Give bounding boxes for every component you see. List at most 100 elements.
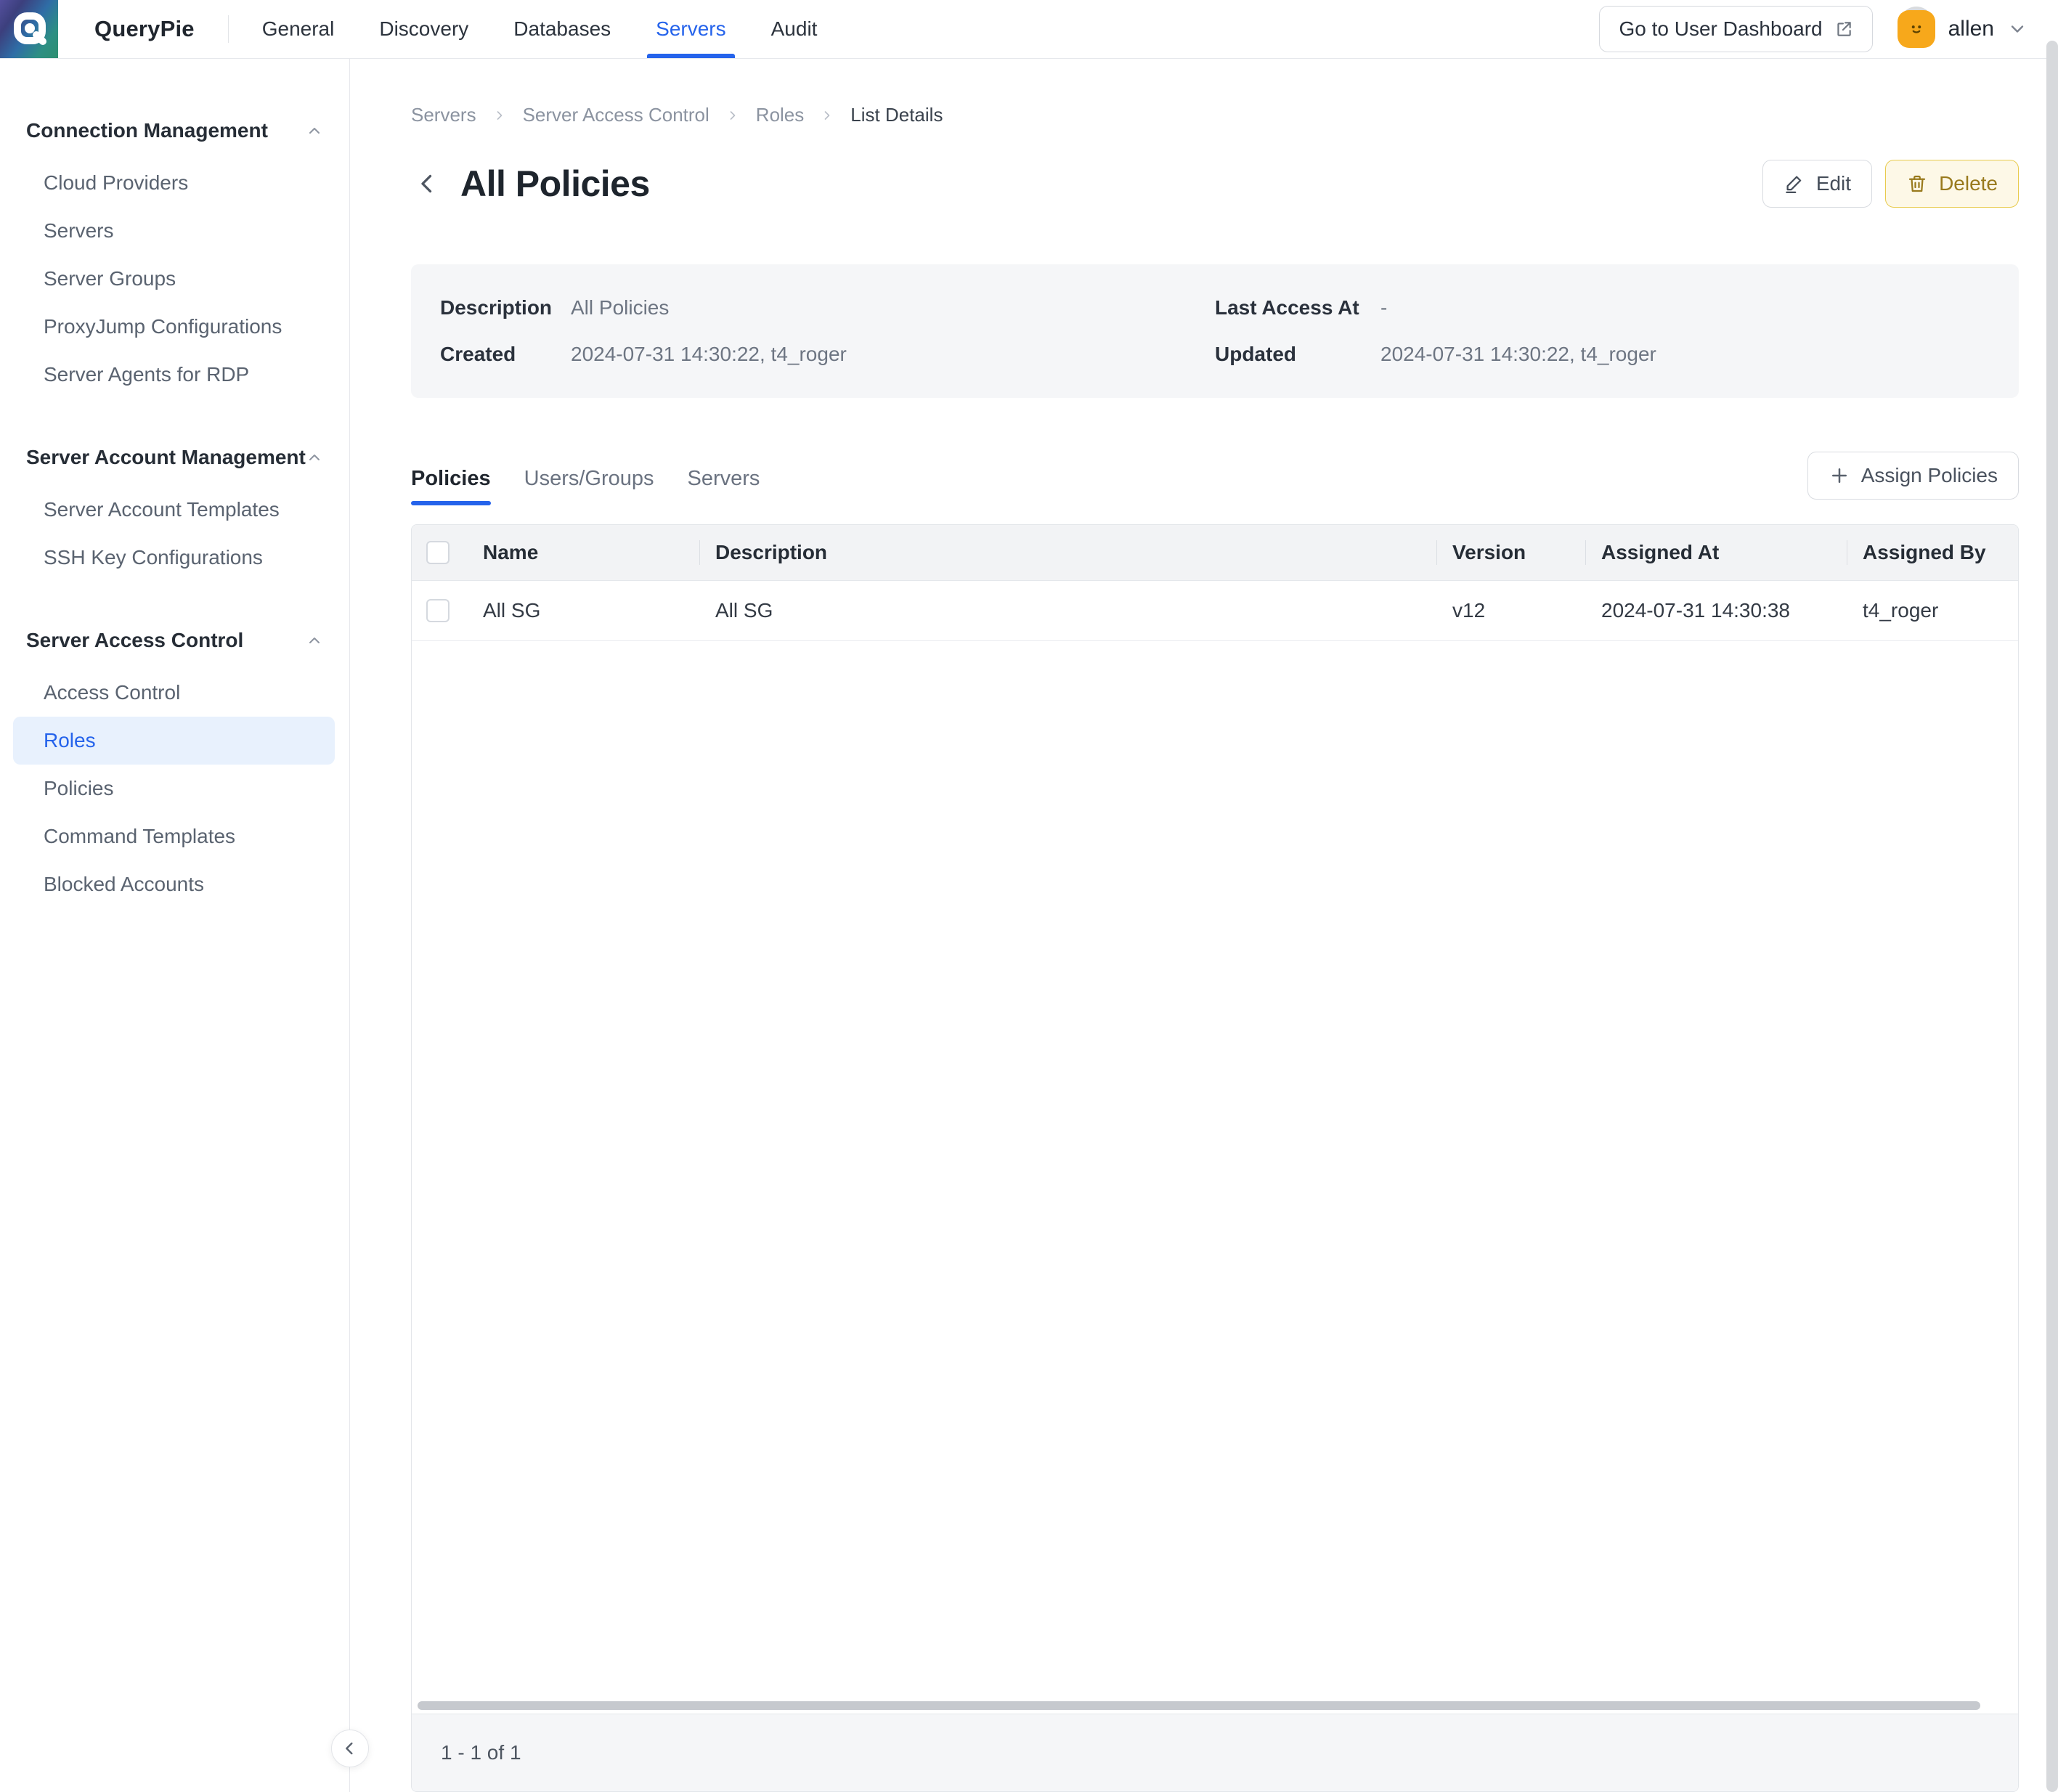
cell-description: All SG [699,581,1436,640]
table-row[interactable]: All SG All SG v12 2024-07-31 14:30:38 t4… [412,581,2018,641]
sidebar-item-policies[interactable]: Policies [0,765,349,812]
description-value: All Policies [571,295,669,321]
plus-icon [1829,465,1850,486]
detail-last-access: Last Access At - [1215,295,1990,321]
sidebar-item-cloud-providers[interactable]: Cloud Providers [0,159,349,207]
tab-users-groups[interactable]: Users/Groups [524,467,654,505]
sidebar-item-command-templates[interactable]: Command Templates [0,812,349,860]
chevron-up-icon [306,449,323,466]
table-empty-area [412,641,2018,1699]
chevron-right-icon [820,108,834,123]
chevron-down-icon [2007,19,2028,39]
column-header-description: Description [699,525,1436,580]
brand-divider [228,15,229,43]
querypie-logo-icon [0,0,58,58]
cell-name: All SG [467,581,699,640]
querypie-admin-page: QueryPie General Discovery Databases Ser… [0,0,2058,1792]
cell-version: v12 [1436,581,1585,640]
sidebar-item-servers[interactable]: Servers [0,207,349,255]
assign-policies-button[interactable]: Assign Policies [1807,452,2019,500]
title-row: All Policies Edit Delete [411,160,2019,208]
topbar-right: Go to User Dashboard [1599,6,2058,52]
sidebar-section-title[interactable]: Server Access Control [0,622,349,659]
sidebar-section-server-access-control: Server Access Control Access Control Rol… [0,622,349,908]
sidebar-item-access-control[interactable]: Access Control [0,669,349,717]
breadcrumb-servers[interactable]: Servers [411,104,476,126]
querypie-logo[interactable] [0,0,58,58]
chevron-right-icon [725,108,740,123]
tab-servers[interactable]: Servers [688,467,760,505]
sidebar-item-server-agents-for-rdp[interactable]: Server Agents for RDP [0,351,349,399]
chevron-up-icon [306,122,323,139]
avatar-face [1898,10,1935,48]
last-access-value: - [1380,295,1387,321]
delete-button[interactable]: Delete [1885,160,2019,208]
description-label: Description [440,295,571,321]
chevron-left-icon [414,171,440,197]
table-header-row: Name Description Version Assigned At Ass… [412,525,2018,581]
cell-assigned-by: t4_roger [1847,581,2018,640]
sidebar-section-title[interactable]: Connection Management [0,113,349,149]
sidebar-item-blocked-accounts[interactable]: Blocked Accounts [0,860,349,908]
detail-updated: Updated 2024-07-31 14:30:22, t4_roger [1215,341,1990,367]
sidebar-item-server-account-templates[interactable]: Server Account Templates [0,486,349,534]
sidebar-section-title-label: Connection Management [26,119,268,142]
select-all-checkbox[interactable] [426,541,450,564]
created-value: 2024-07-31 14:30:22, t4_roger [571,341,847,367]
details-panel: Description All Policies Last Access At … [411,264,2019,398]
row-checkbox-cell [412,581,467,640]
breadcrumb-roles[interactable]: Roles [756,104,804,126]
column-header-name: Name [467,525,699,580]
dashboard-button-label: Go to User Dashboard [1619,17,1822,41]
sidebar-item-proxyjump-configurations[interactable]: ProxyJump Configurations [0,303,349,351]
nav-item-databases[interactable]: Databases [513,0,611,58]
nav-item-general[interactable]: General [262,0,335,58]
sidebar-section-server-account-management: Server Account Management Server Account… [0,439,349,582]
sidebar-section-connection-management: Connection Management Cloud Providers Se… [0,113,349,399]
sidebar-section-title-label: Server Account Management [26,446,306,469]
policies-table: Name Description Version Assigned At Ass… [411,524,2019,1792]
column-header-assigned-at: Assigned At [1585,525,1847,580]
assign-policies-label: Assign Policies [1861,464,1998,487]
top-nav-bar: QueryPie General Discovery Databases Ser… [0,0,2058,59]
table-footer: 1 - 1 of 1 [412,1714,2018,1791]
back-button[interactable] [411,168,443,200]
chevron-up-icon [306,632,323,649]
horizontal-scrollbar-thumb[interactable] [418,1701,1980,1710]
pagination-info: 1 - 1 of 1 [441,1741,521,1764]
sidebar-item-ssh-key-configurations[interactable]: SSH Key Configurations [0,534,349,582]
tabs: Policies Users/Groups Servers [411,467,760,505]
brand-name: QueryPie [94,16,195,42]
vertical-scrollbar[interactable] [2046,41,2058,1792]
chevron-right-icon [492,108,507,123]
created-label: Created [440,341,571,367]
breadcrumb-list-details: List Details [850,104,943,126]
sidebar-section-title-label: Server Access Control [26,629,243,652]
updated-value: 2024-07-31 14:30:22, t4_roger [1380,341,1656,367]
user-menu[interactable]: allen [1898,10,2028,48]
sidebar-section-title[interactable]: Server Account Management [0,439,349,476]
breadcrumb-server-access-control[interactable]: Server Access Control [523,104,709,126]
header-checkbox-cell [412,525,467,580]
nav-item-discovery[interactable]: Discovery [379,0,468,58]
column-header-assigned-by: Assigned By [1847,525,2018,580]
delete-button-label: Delete [1939,172,1998,195]
tab-policies[interactable]: Policies [411,467,491,505]
nav-item-servers[interactable]: Servers [656,0,725,58]
updated-label: Updated [1215,341,1380,367]
main-content: Servers Server Access Control Roles List… [351,59,2058,1792]
sidebar-collapse-button[interactable] [331,1730,369,1767]
external-link-icon [1834,20,1853,38]
sidebar-item-roles[interactable]: Roles [13,717,335,765]
primary-nav: General Discovery Databases Servers Audi… [262,0,818,58]
detail-description: Description All Policies [440,295,1215,321]
go-to-user-dashboard-button[interactable]: Go to User Dashboard [1599,6,1872,52]
nav-item-audit[interactable]: Audit [771,0,818,58]
cell-assigned-at: 2024-07-31 14:30:38 [1585,581,1847,640]
row-checkbox[interactable] [426,599,450,622]
sidebar-item-server-groups[interactable]: Server Groups [0,255,349,303]
trash-icon [1906,173,1928,195]
edit-button-label: Edit [1816,172,1851,195]
edit-button[interactable]: Edit [1762,160,1872,208]
column-header-version: Version [1436,525,1585,580]
